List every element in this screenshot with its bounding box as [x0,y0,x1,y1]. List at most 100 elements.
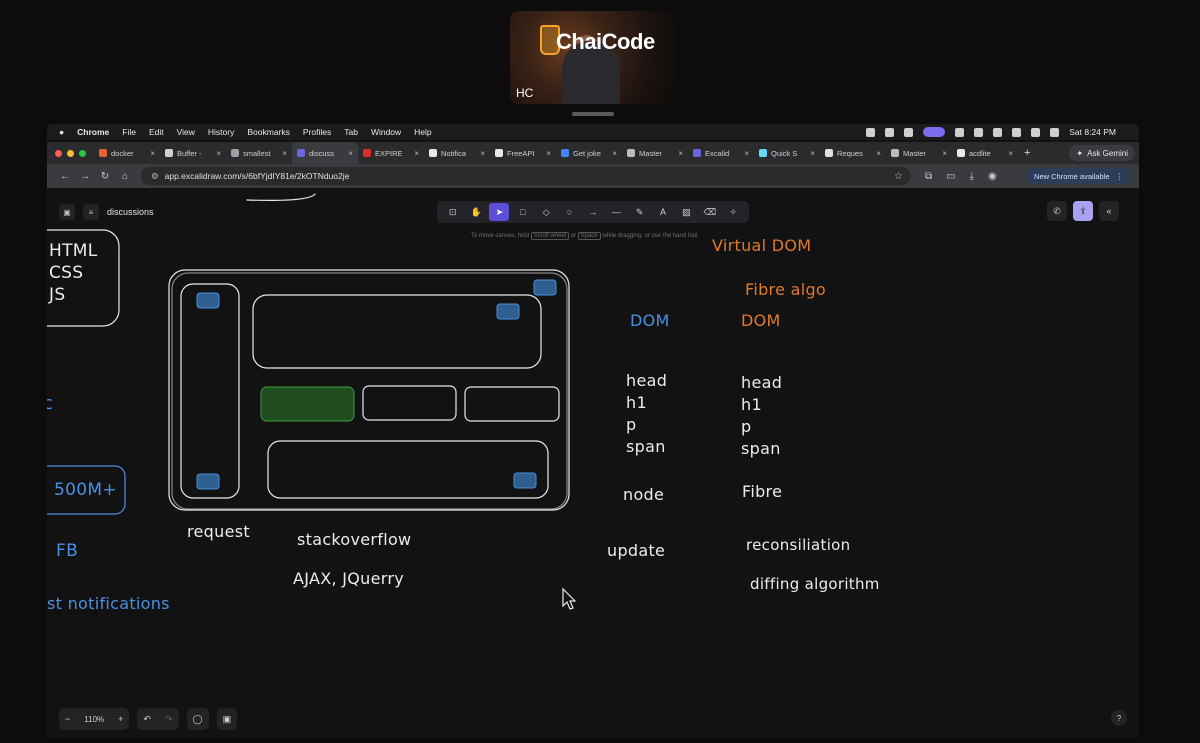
browser-tab[interactable]: Notifica × [424,142,490,164]
download-icon[interactable]: ⤓ [970,171,974,182]
wifi-icon[interactable] [1031,127,1041,137]
ask-gemini-button[interactable]: ✦ Ask Gemini [1069,145,1135,161]
browser-tab[interactable]: Get joke × [556,142,622,164]
close-window-button[interactable] [55,149,62,157]
apple-icon[interactable]: ● [59,127,64,137]
tab-close-icon[interactable]: × [942,149,947,158]
status-icon[interactable] [974,127,984,137]
update-chrome-button[interactable]: New Chrome available ⋮ [1026,168,1131,184]
menu-view[interactable]: View [177,127,195,137]
label-diffing[interactable]: diffing algorithm [750,575,880,593]
menu-file[interactable]: File [122,127,136,137]
label-fb[interactable]: FB [56,541,78,561]
breadcrumb-title[interactable]: discussions [107,207,154,217]
browser-tab[interactable]: EXPIRE × [358,142,424,164]
reload-icon[interactable]: ↻ [95,171,115,182]
eraser-tool-icon[interactable]: ⌫ [700,203,720,221]
new-tab-button[interactable]: + [1024,147,1030,159]
label-node[interactable]: node [623,485,664,504]
tab-close-icon[interactable]: × [1008,149,1013,158]
menu-window[interactable]: Window [371,127,401,137]
tab-close-icon[interactable]: × [876,149,881,158]
status-icon[interactable] [904,127,914,137]
excalidraw-canvas[interactable]: ▣ ≡ discussions ⊡ ✋ ➤ □ ◇ ○ → — ✎ A ▨ ⌫ … [47,188,1139,738]
label-notifications[interactable]: st notifications [47,594,170,613]
label-users[interactable]: 500M+ [54,480,117,500]
menubar-clock[interactable]: Sat 8:24 PM [1069,127,1116,137]
selection-tool-icon[interactable]: ➤ [489,203,510,221]
undo-icon[interactable]: ↶ [143,714,151,725]
browser-tab[interactable]: discuss × [292,142,358,164]
zoom-in-icon[interactable]: + [118,714,123,724]
text-tool-icon[interactable]: A [653,203,673,221]
label-fibre-algo[interactable]: Fibre algo [745,280,826,299]
comment-icon[interactable]: ◯ [193,714,203,725]
tab-close-icon[interactable]: × [282,149,287,158]
menu-tab[interactable]: Tab [344,127,358,137]
bookmark-star-icon[interactable]: ☆ [894,171,903,182]
label-dom-right[interactable]: DOM [741,311,781,330]
tree-left[interactable]: head h1 p span [626,370,667,458]
menu-bookmarks[interactable]: Bookmarks [247,127,290,137]
rectangle-tool-icon[interactable]: □ [513,203,533,221]
back-icon[interactable]: ← [55,171,75,182]
image-tool-icon[interactable]: ▨ [676,203,696,221]
browser-tab[interactable]: Quick S × [754,142,820,164]
browser-tab[interactable]: Buffer - × [160,142,226,164]
label-ajax[interactable]: AJAX, JQuerry [293,569,404,588]
status-icon[interactable] [955,127,965,137]
label-fibre[interactable]: Fibre [742,482,782,501]
extensions-icon[interactable]: ⧉ [925,171,932,182]
menu-edit[interactable]: Edit [149,127,164,137]
profile-avatar[interactable]: ◉ [988,171,997,182]
menu-help[interactable]: Help [414,127,431,137]
library-icon[interactable]: ▣ [59,204,75,220]
presentation-icon[interactable]: ▣ [223,714,232,725]
cast-icon[interactable]: ▭ [946,171,955,182]
main-menu-icon[interactable]: ≡ [83,204,99,220]
webcam-drag-handle[interactable] [572,112,614,116]
arrow-tool-icon[interactable]: → [583,203,603,221]
browser-tab[interactable]: Master × [622,142,688,164]
call-icon[interactable]: ✆ [1047,201,1067,221]
hand-tool-icon[interactable]: ✋ [466,203,486,221]
line-tool-icon[interactable]: — [606,203,626,221]
tab-close-icon[interactable]: × [678,149,683,158]
site-info-icon[interactable]: ⚙ [151,171,159,182]
tab-close-icon[interactable]: × [150,149,155,158]
control-center-icon[interactable] [1050,127,1060,137]
zoom-level[interactable]: 110% [84,715,104,724]
menu-profiles[interactable]: Profiles [303,127,331,137]
battery-icon[interactable] [993,127,1003,137]
tree-right[interactable]: head h1 p span [741,372,782,460]
browser-tab[interactable]: docker × [94,142,160,164]
browser-tab[interactable]: smallest × [226,142,292,164]
browser-tab[interactable]: Master × [886,142,952,164]
tab-close-icon[interactable]: × [612,149,617,158]
url-field[interactable]: ⚙ app.excalidraw.com/s/6bfYjdIY81e/2kOTN… [141,167,911,185]
label-dom-left[interactable]: DOM [630,311,670,330]
label-update[interactable]: update [607,541,665,560]
share-button[interactable]: ⇪ [1073,201,1093,221]
tab-close-icon[interactable]: × [810,149,815,158]
tab-close-icon[interactable]: × [480,149,485,158]
more-tools-icon[interactable]: ✧ [723,203,743,221]
lock-tool-icon[interactable]: ⊡ [443,203,463,221]
zoom-window-button[interactable] [79,149,86,157]
diamond-tool-icon[interactable]: ◇ [536,203,556,221]
minimize-window-button[interactable] [67,149,74,157]
browser-tab[interactable]: Excalid × [688,142,754,164]
label-stackoverflow[interactable]: stackoverflow [297,530,411,549]
status-icon[interactable] [866,127,876,137]
pencil-tool-icon[interactable]: ✎ [630,203,650,221]
bluetooth-icon[interactable] [1012,127,1022,137]
menu-history[interactable]: History [208,127,234,137]
status-icon[interactable] [885,127,895,137]
home-icon[interactable]: ⌂ [115,171,135,182]
browser-tab[interactable]: FreeAPI × [490,142,556,164]
tab-close-icon[interactable]: × [348,149,353,158]
label-reconsiliation[interactable]: reconsiliation [746,536,850,554]
zoom-out-icon[interactable]: − [65,714,70,724]
help-icon[interactable]: ? [1111,710,1127,726]
partial-blue-mark[interactable]: c [47,393,53,414]
